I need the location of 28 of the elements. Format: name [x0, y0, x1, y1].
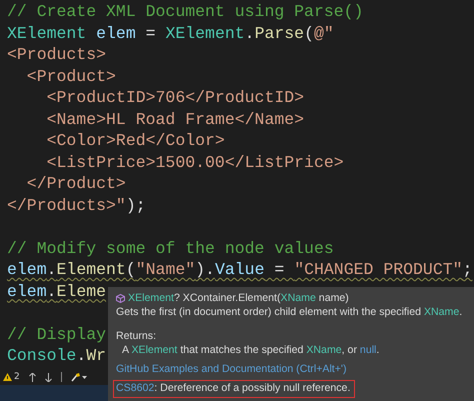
brush-icon[interactable]: [70, 372, 87, 382]
code-line: elem.Element("Name").Value = "CHANGED PRODUCT";: [7, 259, 472, 280]
code-line: // Create XML Document using Parse(): [7, 1, 364, 22]
code-line: </Products>");: [7, 194, 146, 216]
returns-text: A XElement that matches the specified XName, or null.: [122, 343, 380, 357]
code-line: </Product>: [26, 173, 126, 194]
code-line: <Product>: [26, 66, 116, 87]
error-code-link[interactable]: CS8602: [116, 382, 154, 394]
warning-icon: [3, 373, 12, 381]
code-line: elem.Eleme: [7, 280, 106, 302]
docs-link[interactable]: GitHub Examples and Documentation (Ctrl+Alt+'): [116, 362, 346, 376]
signature-text: XElement? XContainer.Element(XName name): [128, 291, 349, 305]
up-arrow-icon[interactable]: [28, 372, 36, 382]
code-line: // Display: [7, 324, 106, 345]
returns-label: Returns:: [116, 329, 156, 343]
code-line: <Name>HL Road Frame</Name>: [46, 108, 304, 130]
code-line: <ListPrice>1500.00</ListPrice>: [46, 152, 344, 173]
code-line: XElement elem = XElement.Parse(@": [7, 22, 334, 44]
error-message: CS8602: Dereference of a possibly null reference.: [113, 380, 356, 398]
code-line: // Modify some of the node values: [7, 238, 334, 259]
down-arrow-icon[interactable]: [44, 372, 52, 382]
cube-icon: [116, 294, 125, 302]
code-line: Console.Wr: [7, 345, 106, 366]
code-line: <Color>Red</Color>: [46, 130, 225, 152]
summary-text: Gets the first (in document order) child element with the specified XName.: [116, 305, 462, 319]
code-line: <ProductID>706</ProductID>: [46, 87, 304, 108]
code-line: <Products>: [7, 44, 106, 66]
warning-count[interactable]: 2: [14, 372, 20, 382]
